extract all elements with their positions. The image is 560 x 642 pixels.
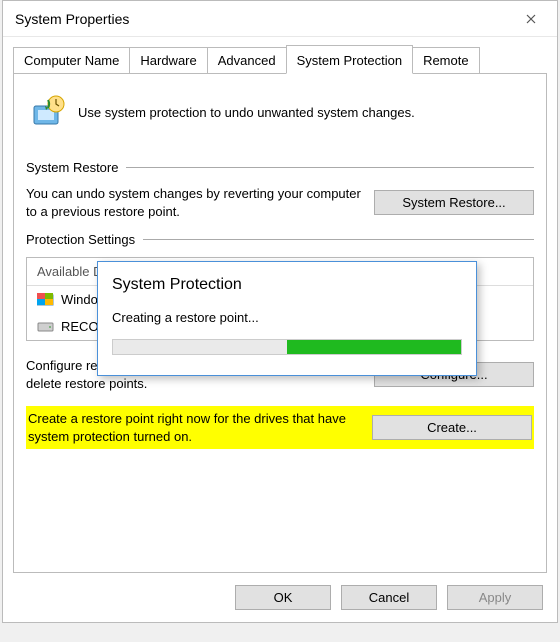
create-text: Create a restore point right now for the…	[28, 410, 360, 445]
progress-dialog: System Protection Creating a restore poi…	[97, 261, 477, 376]
window-title: System Properties	[15, 11, 129, 27]
intro-row: Use system protection to undo unwanted s…	[26, 86, 534, 148]
divider	[143, 239, 534, 240]
tab-strip: Computer Name Hardware Advanced System P…	[3, 37, 557, 74]
tab-computer-name[interactable]: Computer Name	[13, 47, 130, 74]
cancel-button[interactable]: Cancel	[341, 585, 437, 610]
create-button[interactable]: Create...	[372, 415, 532, 440]
progress-fill	[287, 340, 461, 354]
tab-hardware[interactable]: Hardware	[129, 47, 207, 74]
tab-advanced[interactable]: Advanced	[207, 47, 287, 74]
system-restore-button[interactable]: System Restore...	[374, 190, 534, 215]
section-header-settings: Protection Settings	[26, 232, 534, 247]
intro-text: Use system protection to undo unwanted s…	[78, 105, 415, 120]
close-icon	[526, 14, 536, 24]
apply-button[interactable]: Apply	[447, 585, 543, 610]
create-row: Create a restore point right now for the…	[26, 406, 534, 449]
windows-drive-icon	[37, 293, 55, 307]
dialog-footer: OK Cancel Apply	[3, 573, 557, 622]
divider	[126, 167, 534, 168]
restore-row: You can undo system changes by reverting…	[26, 185, 534, 220]
section-header-restore: System Restore	[26, 160, 534, 175]
system-properties-window: System Properties Computer Name Hardware…	[2, 0, 558, 623]
section-title-settings: Protection Settings	[26, 232, 135, 247]
section-title-restore: System Restore	[26, 160, 118, 175]
close-button[interactable]	[511, 5, 551, 33]
progress-dialog-title: System Protection	[98, 262, 476, 302]
progress-message: Creating a restore point...	[112, 310, 462, 325]
hard-drive-icon	[37, 320, 55, 334]
system-restore-icon	[28, 92, 68, 132]
titlebar: System Properties	[3, 1, 557, 37]
progress-bar	[112, 339, 462, 355]
tab-remote[interactable]: Remote	[412, 47, 480, 74]
ok-button[interactable]: OK	[235, 585, 331, 610]
section-system-restore: System Restore You can undo system chang…	[26, 160, 534, 220]
restore-text: You can undo system changes by reverting…	[26, 185, 362, 220]
tab-system-protection[interactable]: System Protection	[286, 45, 414, 74]
progress-dialog-body: Creating a restore point...	[98, 302, 476, 375]
